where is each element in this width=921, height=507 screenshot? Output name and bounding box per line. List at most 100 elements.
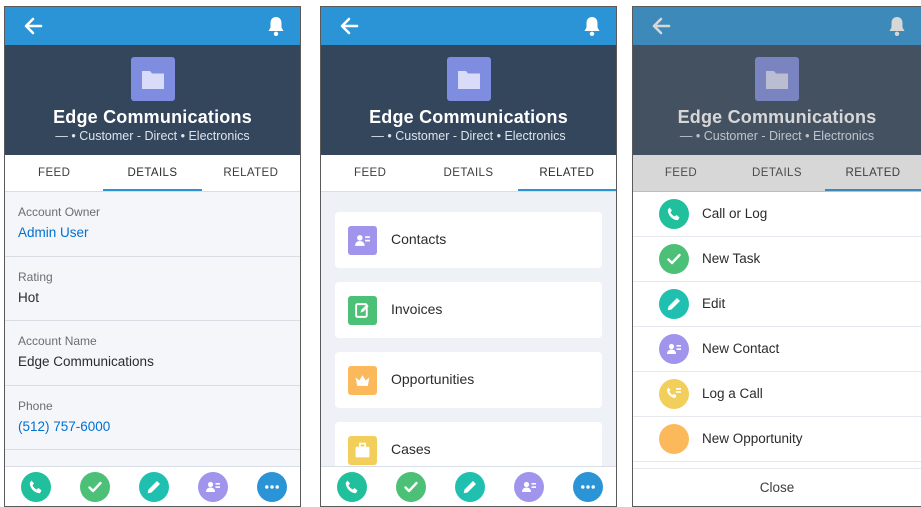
field-label: Account Owner — [18, 205, 101, 219]
account-owner-link[interactable]: Admin User — [18, 225, 300, 240]
close-button[interactable]: Close — [633, 468, 921, 506]
circle-icon — [659, 424, 689, 454]
tab-details[interactable]: DETAILS — [419, 155, 517, 191]
record-tabs: FEED DETAILS RELATED — [633, 155, 921, 192]
field-rating: Rating Hot — [5, 257, 300, 321]
action-call-or-log[interactable]: Call or Log — [633, 192, 921, 237]
account-header: Edge Communications — • Customer - Direc… — [633, 45, 921, 155]
call-action-button[interactable] — [337, 472, 367, 502]
account-subtitle: — • Customer - Direct • Electronics — [371, 129, 566, 143]
tab-details[interactable]: DETAILS — [103, 155, 202, 191]
log-call-icon — [659, 379, 689, 409]
account-title: Edge Communications — [53, 107, 252, 127]
action-bar — [5, 466, 300, 506]
details-list: Account Owner Admin User Rating Hot Acco… — [5, 192, 300, 466]
field-label: Rating — [18, 269, 53, 284]
tab-feed[interactable]: FEED — [5, 155, 103, 191]
bell-icon[interactable] — [266, 15, 286, 37]
related-card-label: Invoices — [391, 301, 443, 317]
field-value: Edge Communications — [18, 354, 154, 369]
edit-action-button[interactable] — [455, 472, 485, 502]
related-card-contacts[interactable]: Contacts — [335, 212, 602, 268]
top-bar — [321, 7, 616, 45]
account-folder-icon — [446, 57, 491, 101]
bell-icon[interactable] — [582, 15, 602, 37]
call-action-button[interactable] — [21, 472, 51, 502]
top-bar — [5, 7, 300, 45]
action-bar — [321, 466, 616, 506]
phone-icon — [29, 480, 42, 494]
pencil-icon — [147, 481, 160, 494]
new-contact-action-button[interactable] — [198, 472, 228, 502]
action-log-a-call[interactable]: Log a Call — [633, 372, 921, 417]
bell-icon[interactable] — [887, 15, 907, 37]
contact-icon — [659, 334, 689, 364]
tab-related[interactable]: RELATED — [202, 155, 300, 191]
account-folder-icon — [130, 57, 175, 101]
check-icon — [88, 481, 102, 493]
more-icon — [581, 485, 595, 489]
related-list: Contacts Invoices Opportunities Cases — [321, 192, 616, 478]
account-header: Edge Communications — • Customer - Direc… — [321, 45, 616, 155]
field-account-name: Account Name Edge Communications — [5, 321, 300, 386]
contact-icon — [348, 226, 377, 255]
action-label: New Task — [702, 251, 761, 266]
tab-related[interactable]: RELATED — [517, 155, 616, 191]
related-card-label: Contacts — [391, 231, 447, 247]
field-label: Account Name — [18, 334, 97, 348]
tab-details[interactable]: DETAILS — [729, 155, 825, 191]
action-label: Call or Log — [702, 206, 768, 221]
account-folder-icon — [755, 57, 799, 101]
contact-icon — [206, 481, 220, 492]
check-icon — [659, 244, 689, 274]
action-new-contact[interactable]: New Contact — [633, 327, 921, 372]
action-label: New Contact — [702, 341, 780, 356]
action-sheet: Call or Log New Task Edit New Contact Lo… — [633, 192, 921, 506]
new-contact-action-button[interactable] — [514, 472, 544, 502]
back-arrow-icon[interactable] — [651, 16, 671, 36]
account-subtitle: — • Customer - Direct • Electronics — [55, 129, 250, 143]
record-tabs: FEED DETAILS RELATED — [321, 155, 616, 192]
tab-feed[interactable]: FEED — [321, 155, 419, 191]
phone-related-screen: Edge Communications — • Customer - Direc… — [320, 6, 617, 507]
tab-feed[interactable]: FEED — [633, 155, 729, 191]
phone-icon — [345, 480, 358, 494]
field-account-owner: Account Owner Admin User — [5, 192, 300, 257]
more-actions-button[interactable] — [573, 472, 603, 502]
related-card-label: Opportunities — [391, 371, 475, 387]
account-header: Edge Communications — • Customer - Direc… — [5, 45, 300, 155]
field-label: Phone — [18, 398, 53, 413]
edit-action-button[interactable] — [139, 472, 169, 502]
pencil-icon — [463, 481, 476, 494]
related-card-invoices[interactable]: Invoices — [335, 282, 602, 338]
action-label: Edit — [702, 296, 726, 311]
check-icon — [404, 481, 418, 493]
tab-related[interactable]: RELATED — [825, 155, 921, 191]
top-bar — [633, 7, 921, 45]
action-edit[interactable]: Edit — [633, 282, 921, 327]
action-new-opportunity[interactable]: New Opportunity — [633, 417, 921, 462]
back-arrow-icon[interactable] — [339, 16, 359, 36]
account-title: Edge Communications — [677, 107, 877, 127]
account-title: Edge Communications — [369, 107, 568, 127]
related-card-label: Cases — [391, 441, 431, 457]
new-task-action-button[interactable] — [80, 472, 110, 502]
field-phone: Phone (512) 757-6000 — [5, 386, 300, 450]
invoice-icon — [348, 296, 377, 325]
back-arrow-icon[interactable] — [23, 16, 43, 36]
phone-action-sheet-screen: Edge Communications — • Customer - Direc… — [632, 6, 921, 507]
phone-link[interactable]: (512) 757-6000 — [18, 419, 300, 434]
phone-details-screen: Edge Communications — • Customer - Direc… — [4, 6, 301, 507]
crown-icon — [348, 366, 377, 395]
phone-icon — [659, 199, 689, 229]
action-label: Log a Call — [702, 386, 763, 401]
related-card-opportunities[interactable]: Opportunities — [335, 352, 602, 408]
briefcase-icon — [348, 436, 377, 465]
action-new-task[interactable]: New Task — [633, 237, 921, 282]
more-actions-button[interactable] — [257, 472, 287, 502]
account-subtitle: — • Customer - Direct • Electronics — [679, 129, 875, 143]
new-task-action-button[interactable] — [396, 472, 426, 502]
field-value: Hot — [18, 289, 40, 305]
contact-icon — [522, 481, 536, 492]
pencil-icon — [659, 289, 689, 319]
